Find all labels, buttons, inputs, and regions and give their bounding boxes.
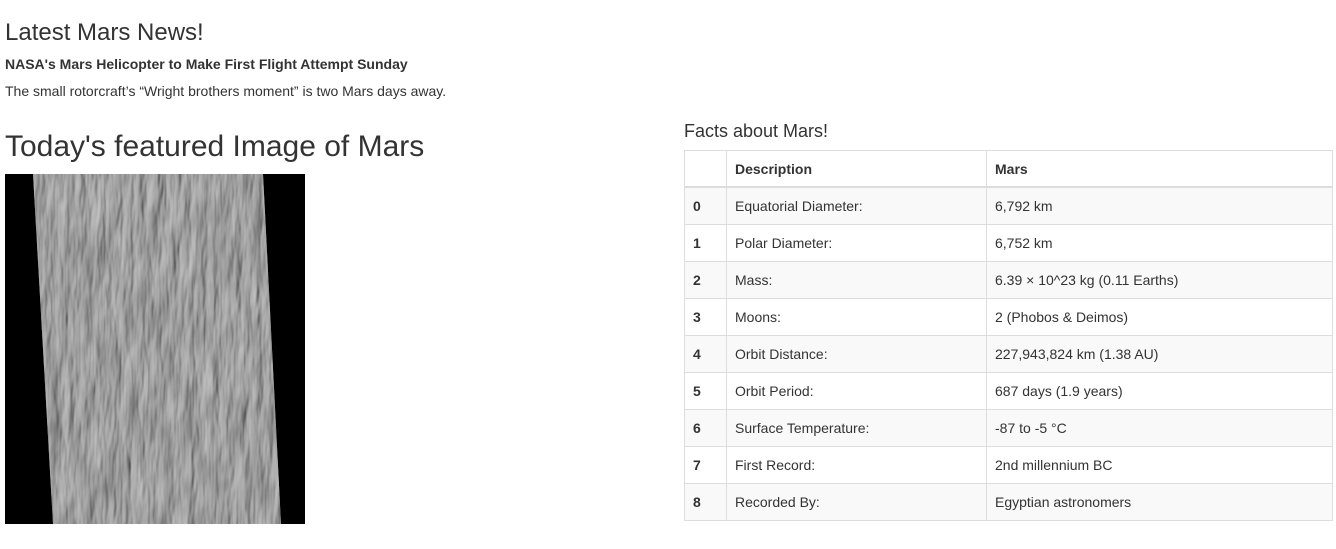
table-row: 6 Surface Temperature: -87 to -5 °C: [684, 409, 1333, 447]
row-index: 1: [684, 224, 727, 262]
table-row: 7 First Record: 2nd millennium BC: [684, 446, 1333, 484]
row-description: Recorded By:: [726, 483, 987, 521]
news-teaser: The small rotorcraft’s “Wright brothers …: [5, 83, 447, 99]
featured-mars-image[interactable]: [5, 174, 305, 524]
row-index: 6: [684, 409, 727, 447]
table-row: 2 Mass: 6.39 × 10^23 kg (0.11 Earths): [684, 261, 1333, 299]
row-value: 6,752 km: [986, 224, 1333, 262]
row-description: Polar Diameter:: [726, 224, 987, 262]
mars-column-header: Mars: [986, 150, 1333, 188]
featured-image-title: Today's featured Image of Mars: [5, 130, 425, 163]
table-row: 8 Recorded By: Egyptian astronomers: [684, 483, 1333, 521]
row-description: Equatorial Diameter:: [726, 186, 987, 225]
row-index: 2: [684, 261, 727, 299]
table-row: 1 Polar Diameter: 6,752 km: [684, 224, 1333, 262]
row-value: 2 (Phobos & Deimos): [986, 298, 1333, 336]
row-index: 4: [684, 335, 727, 373]
row-index: 0: [684, 186, 727, 225]
description-column-header: Description: [726, 150, 987, 188]
table-row: 0 Equatorial Diameter: 6,792 km: [684, 186, 1333, 225]
row-description: Moons:: [726, 298, 987, 336]
row-description: First Record:: [726, 446, 987, 484]
facts-section-title: Facts about Mars!: [684, 121, 829, 141]
mars-facts-table: Description Mars 0 Equatorial Diameter: …: [684, 150, 1333, 521]
row-index: 5: [684, 372, 727, 410]
row-description: Orbit Distance:: [726, 335, 987, 373]
page: Latest Mars News! NASA's Mars Helicopter…: [0, 0, 1336, 549]
row-description: Mass:: [726, 261, 987, 299]
row-value: Egyptian astronomers: [986, 483, 1333, 521]
row-description: Surface Temperature:: [726, 409, 987, 447]
row-value: 687 days (1.9 years): [986, 372, 1333, 410]
row-index: 3: [684, 298, 727, 336]
news-headline[interactable]: NASA's Mars Helicopter to Make First Fli…: [5, 55, 408, 73]
row-value: -87 to -5 °C: [986, 409, 1333, 447]
table-row: 4 Orbit Distance: 227,943,824 km (1.38 A…: [684, 335, 1333, 373]
index-column-header: [684, 150, 727, 188]
row-index: 7: [684, 446, 727, 484]
table-row: 3 Moons: 2 (Phobos & Deimos): [684, 298, 1333, 336]
row-value: 2nd millennium BC: [986, 446, 1333, 484]
row-index: 8: [684, 483, 727, 521]
table-header-row: Description Mars: [684, 150, 1333, 188]
row-value: 6.39 × 10^23 kg (0.11 Earths): [986, 261, 1333, 299]
news-section-title: Latest Mars News!: [5, 19, 204, 46]
table-row: 5 Orbit Period: 687 days (1.9 years): [684, 372, 1333, 410]
row-value: 227,943,824 km (1.38 AU): [986, 335, 1333, 373]
row-description: Orbit Period:: [726, 372, 987, 410]
mars-surface-image: [5, 174, 305, 524]
row-value: 6,792 km: [986, 186, 1333, 225]
